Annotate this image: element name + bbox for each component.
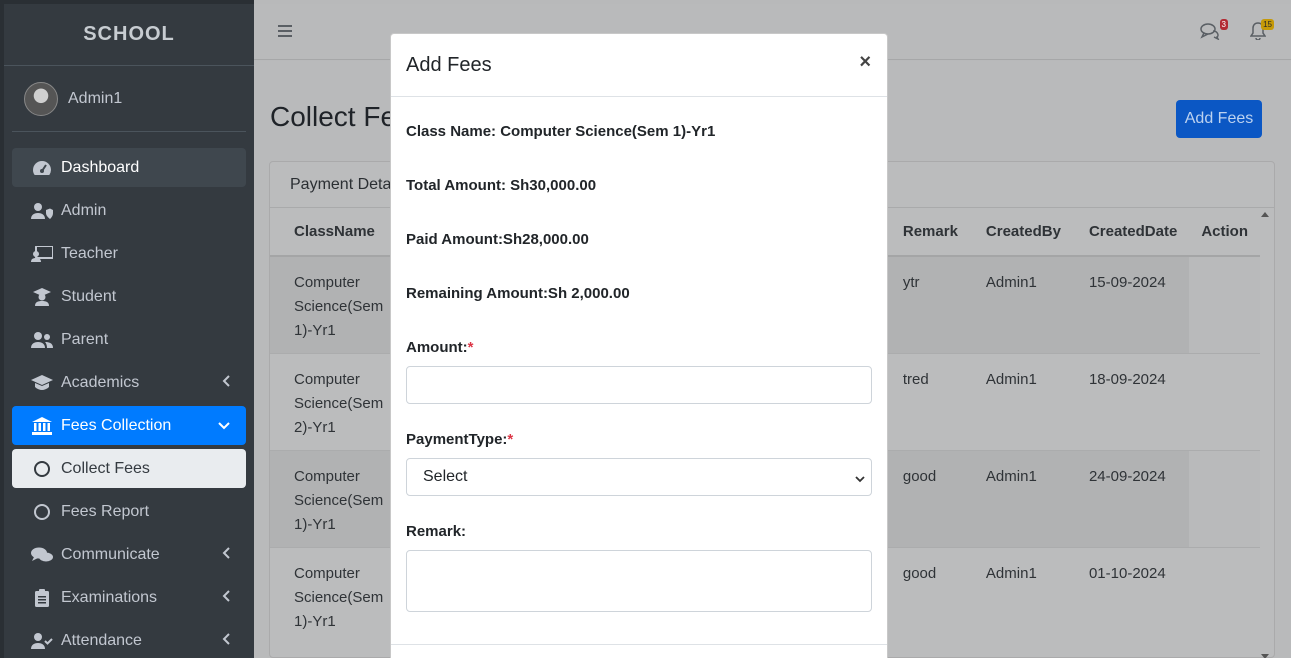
chevron-down-icon — [218, 417, 230, 435]
cell-remark: good — [878, 449, 970, 547]
sidebar-item-label: Student — [61, 287, 117, 305]
circle-icon — [31, 460, 53, 477]
cell-action — [1189, 352, 1260, 450]
sidebar-item-collect-fees[interactable]: Collect Fees — [12, 449, 246, 488]
cell-createdby: Admin1 — [969, 352, 1073, 450]
chevron-left-icon — [222, 374, 230, 392]
cell-createddate: 24-09-2024 — [1072, 449, 1190, 547]
sidebar-item-parent[interactable]: Parent — [12, 320, 246, 359]
required-marker: * — [507, 431, 514, 448]
sidebar-item-academics[interactable]: Academics — [12, 363, 246, 402]
messages-button[interactable]: 3 — [1200, 19, 1228, 45]
total-amount-info: Total Amount: Sh30,000.00 — [406, 177, 597, 194]
sidebar-item-label: Attendance — [61, 631, 142, 649]
cell-action — [1189, 449, 1260, 547]
amount-input[interactable] — [406, 366, 872, 404]
cell-action — [1189, 255, 1260, 353]
payment-type-label: PaymentType:* — [406, 431, 514, 448]
cell-createddate: 18-09-2024 — [1072, 352, 1190, 450]
cell-createdby: Admin1 — [969, 546, 1073, 644]
modal-title: Add Fees — [406, 53, 492, 76]
modal-header: Add Fees × — [391, 34, 887, 97]
sidebar-item-label: Examinations — [61, 588, 158, 606]
column-header-createddate[interactable]: CreatedDate — [1072, 208, 1190, 257]
remark-label: Remark: — [406, 523, 467, 540]
sidebar-item-label: Fees Report — [61, 502, 150, 520]
add-fees-modal: Add Fees × Class Name: Computer Science(… — [390, 33, 888, 658]
sidebar-item-communicate[interactable]: Communicate — [12, 535, 246, 574]
cell-remark: ytr — [878, 255, 970, 353]
sidebar-item-label: Fees Collection — [61, 416, 172, 434]
sidebar-item-fees-collection[interactable]: Fees Collection — [12, 406, 246, 445]
sidebar-item-attendance[interactable]: Attendance — [12, 621, 246, 658]
scroll-down-arrow-icon[interactable] — [1261, 654, 1269, 658]
amount-label: Amount:* — [406, 339, 474, 356]
remark-textarea[interactable] — [406, 550, 872, 612]
sidebar: SCHOOL Admin1 Dashboard Admin Teacher St… — [0, 0, 254, 658]
modal-footer-divider — [391, 644, 887, 645]
notifications-button[interactable]: 15 — [1249, 19, 1274, 45]
sidebar-item-label: Collect Fees — [61, 459, 150, 477]
user-panel[interactable]: Admin1 — [12, 66, 246, 132]
column-header-createdby[interactable]: CreatedBy — [969, 208, 1073, 257]
sidebar-item-label: Dashboard — [61, 158, 140, 176]
chevron-left-icon — [222, 546, 230, 564]
avatar[interactable] — [24, 81, 58, 116]
sidebar-item-label: Teacher — [61, 244, 118, 262]
bank-icon — [31, 416, 53, 435]
comments-icon — [31, 547, 53, 563]
clipboard-icon — [31, 588, 53, 607]
circle-icon — [31, 503, 53, 520]
user-check-icon — [31, 632, 53, 649]
chevron-left-icon — [222, 632, 230, 650]
cell-remark: tred — [878, 352, 970, 450]
cell-action — [1189, 546, 1260, 644]
sidebar-item-dashboard[interactable]: Dashboard — [12, 148, 246, 187]
column-header-remark[interactable]: Remark — [878, 208, 970, 257]
messages-count-badge: 3 — [1219, 19, 1228, 30]
close-icon[interactable]: × — [859, 51, 871, 74]
tachometer-icon — [31, 160, 53, 176]
sidebar-item-label: Admin — [61, 201, 107, 219]
sidebar-nav: Dashboard Admin Teacher Student Parent A… — [4, 132, 254, 658]
graduation-cap-icon — [31, 374, 53, 391]
scroll-up-arrow-icon[interactable] — [1261, 212, 1269, 217]
payment-type-select[interactable]: Select — [406, 458, 872, 496]
notifications-count-badge: 15 — [1261, 19, 1274, 30]
cell-createdby: Admin1 — [969, 449, 1073, 547]
table-scrollbar[interactable] — [1260, 210, 1270, 658]
required-marker: * — [467, 339, 474, 356]
cell-createddate: 15-09-2024 — [1072, 255, 1190, 353]
class-name-info: Class Name: Computer Science(Sem 1)-Yr1 — [406, 123, 716, 140]
sidebar-item-label: Academics — [61, 373, 140, 391]
paid-amount-info: Paid Amount:Sh28,000.00 — [406, 231, 589, 248]
sidebar-item-label: Parent — [61, 330, 109, 348]
add-fees-button[interactable]: Add Fees — [1176, 100, 1262, 138]
chevron-left-icon — [222, 589, 230, 607]
remaining-amount-info: Remaining Amount:Sh 2,000.00 — [406, 285, 630, 302]
comments-icon — [1200, 23, 1220, 44]
brand-logo[interactable]: SCHOOL — [4, 4, 254, 66]
cell-createdby: Admin1 — [969, 255, 1073, 353]
hamburger-menu-icon[interactable] — [278, 24, 292, 43]
user-name[interactable]: Admin1 — [68, 90, 122, 108]
user-shield-icon — [31, 202, 53, 219]
sidebar-item-examinations[interactable]: Examinations — [12, 578, 246, 617]
sidebar-item-admin[interactable]: Admin — [12, 191, 246, 230]
graduate-icon — [31, 287, 53, 306]
sidebar-item-teacher[interactable]: Teacher — [12, 234, 246, 273]
sidebar-item-label: Communicate — [61, 545, 160, 563]
payment-type-selected: Select — [423, 468, 468, 485]
cell-createddate: 01-10-2024 — [1072, 546, 1190, 644]
chalkboard-teacher-icon — [31, 245, 53, 262]
sidebar-item-student[interactable]: Student — [12, 277, 246, 316]
column-header-action: Action — [1189, 208, 1260, 257]
users-icon — [31, 331, 53, 348]
sidebar-item-fees-report[interactable]: Fees Report — [12, 492, 246, 531]
chevron-down-icon — [855, 471, 865, 489]
cell-remark: good — [878, 546, 970, 644]
